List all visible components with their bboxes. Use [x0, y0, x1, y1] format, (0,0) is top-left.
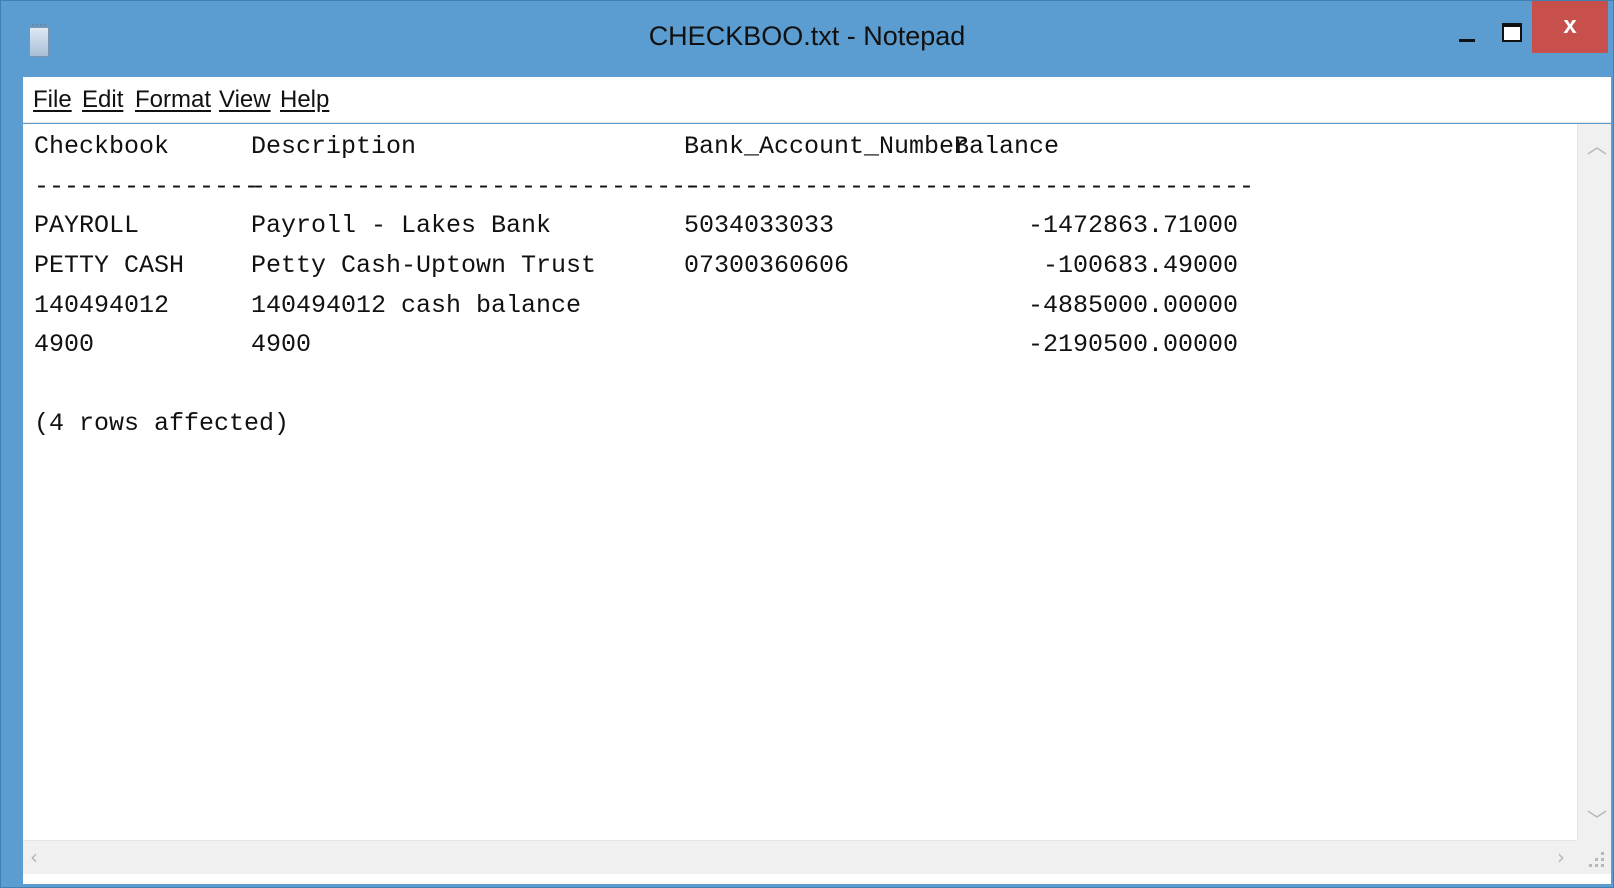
cell-checkbook: PETTY CASH: [34, 251, 185, 280]
menu-format[interactable]: Format: [135, 86, 211, 114]
separator-bank-account-number: -------------------: [684, 172, 970, 201]
cell-checkbook: PAYROLL: [34, 211, 140, 240]
cell-balance: -100683.49000: [1042, 251, 1238, 280]
menu-view[interactable]: View: [219, 86, 271, 114]
table-row: 140494012 140494012 cash balance -488500…: [34, 286, 1238, 326]
close-button[interactable]: x: [1532, 1, 1608, 53]
horizontal-scrollbar[interactable]: ‹ ›: [23, 840, 1577, 874]
table-row: PAYROLL Payroll - Lakes Bank 5034033033 …: [34, 206, 1238, 246]
close-icon: x: [1563, 12, 1577, 39]
cell-description: 140494012 cash balance: [251, 291, 582, 320]
cell-description: Petty Cash-Uptown Trust: [251, 251, 597, 280]
title-bar[interactable]: CHECKBOO.txt - Notepad x: [1, 1, 1613, 73]
menu-bar: File Edit Format View Help: [23, 77, 1611, 123]
maximize-button[interactable]: [1491, 19, 1531, 49]
separator-checkbook: ---------------: [34, 172, 260, 201]
separator-description: ------------------------------: [251, 172, 702, 201]
scroll-down-icon[interactable]: ﹀: [1587, 804, 1607, 833]
cell-balance: -1472863.71000: [1027, 211, 1238, 240]
cell-checkbook: 140494012: [34, 291, 170, 320]
cell-bank-account-number: 07300360606: [684, 251, 850, 280]
vertical-scrollbar[interactable]: ︿ ﹀: [1577, 124, 1611, 840]
cell-balance: -4885000.00000: [1027, 291, 1238, 320]
notepad-window: CHECKBOO.txt - Notepad x File Edit Forma…: [0, 0, 1614, 888]
scroll-up-icon[interactable]: ︿: [1587, 130, 1607, 159]
window-title: CHECKBOO.txt - Notepad: [648, 21, 966, 51]
table-row: 4900 4900 -2190500.00000: [34, 325, 1238, 365]
header-row: Checkbook Description Bank_Account_Numbe…: [34, 127, 1059, 167]
menu-file[interactable]: File: [33, 86, 72, 114]
separator-balance: --------------------: [954, 172, 1255, 201]
editor-area[interactable]: Checkbook Description Bank_Account_Numbe…: [23, 124, 1611, 884]
scroll-left-icon[interactable]: ‹: [30, 845, 38, 869]
header-balance: Balance: [954, 132, 1060, 161]
cell-description: Payroll - Lakes Bank: [251, 211, 552, 240]
header-checkbook: Checkbook: [34, 132, 170, 161]
rows-affected-line: (4 rows affected): [34, 409, 290, 438]
cell-bank-account-number: 5034033033: [684, 211, 835, 240]
document-text[interactable]: Checkbook Description Bank_Account_Numbe…: [23, 124, 1577, 840]
scroll-right-icon[interactable]: ›: [1557, 845, 1565, 869]
minimize-button[interactable]: [1447, 19, 1487, 49]
table-row: PETTY CASH Petty Cash-Uptown Trust 07300…: [34, 246, 1238, 286]
separator-row: --------------- ------------------------…: [34, 167, 1254, 207]
header-description: Description: [251, 132, 417, 161]
menu-edit[interactable]: Edit: [82, 86, 123, 114]
header-bank-account-number: Bank_Account_Number: [684, 132, 970, 161]
cell-balance: -2190500.00000: [1027, 330, 1238, 359]
cell-description: 4900: [251, 330, 312, 359]
resize-grip[interactable]: [1577, 840, 1611, 874]
cell-checkbook: 4900: [34, 330, 95, 359]
menu-help[interactable]: Help: [280, 86, 329, 114]
